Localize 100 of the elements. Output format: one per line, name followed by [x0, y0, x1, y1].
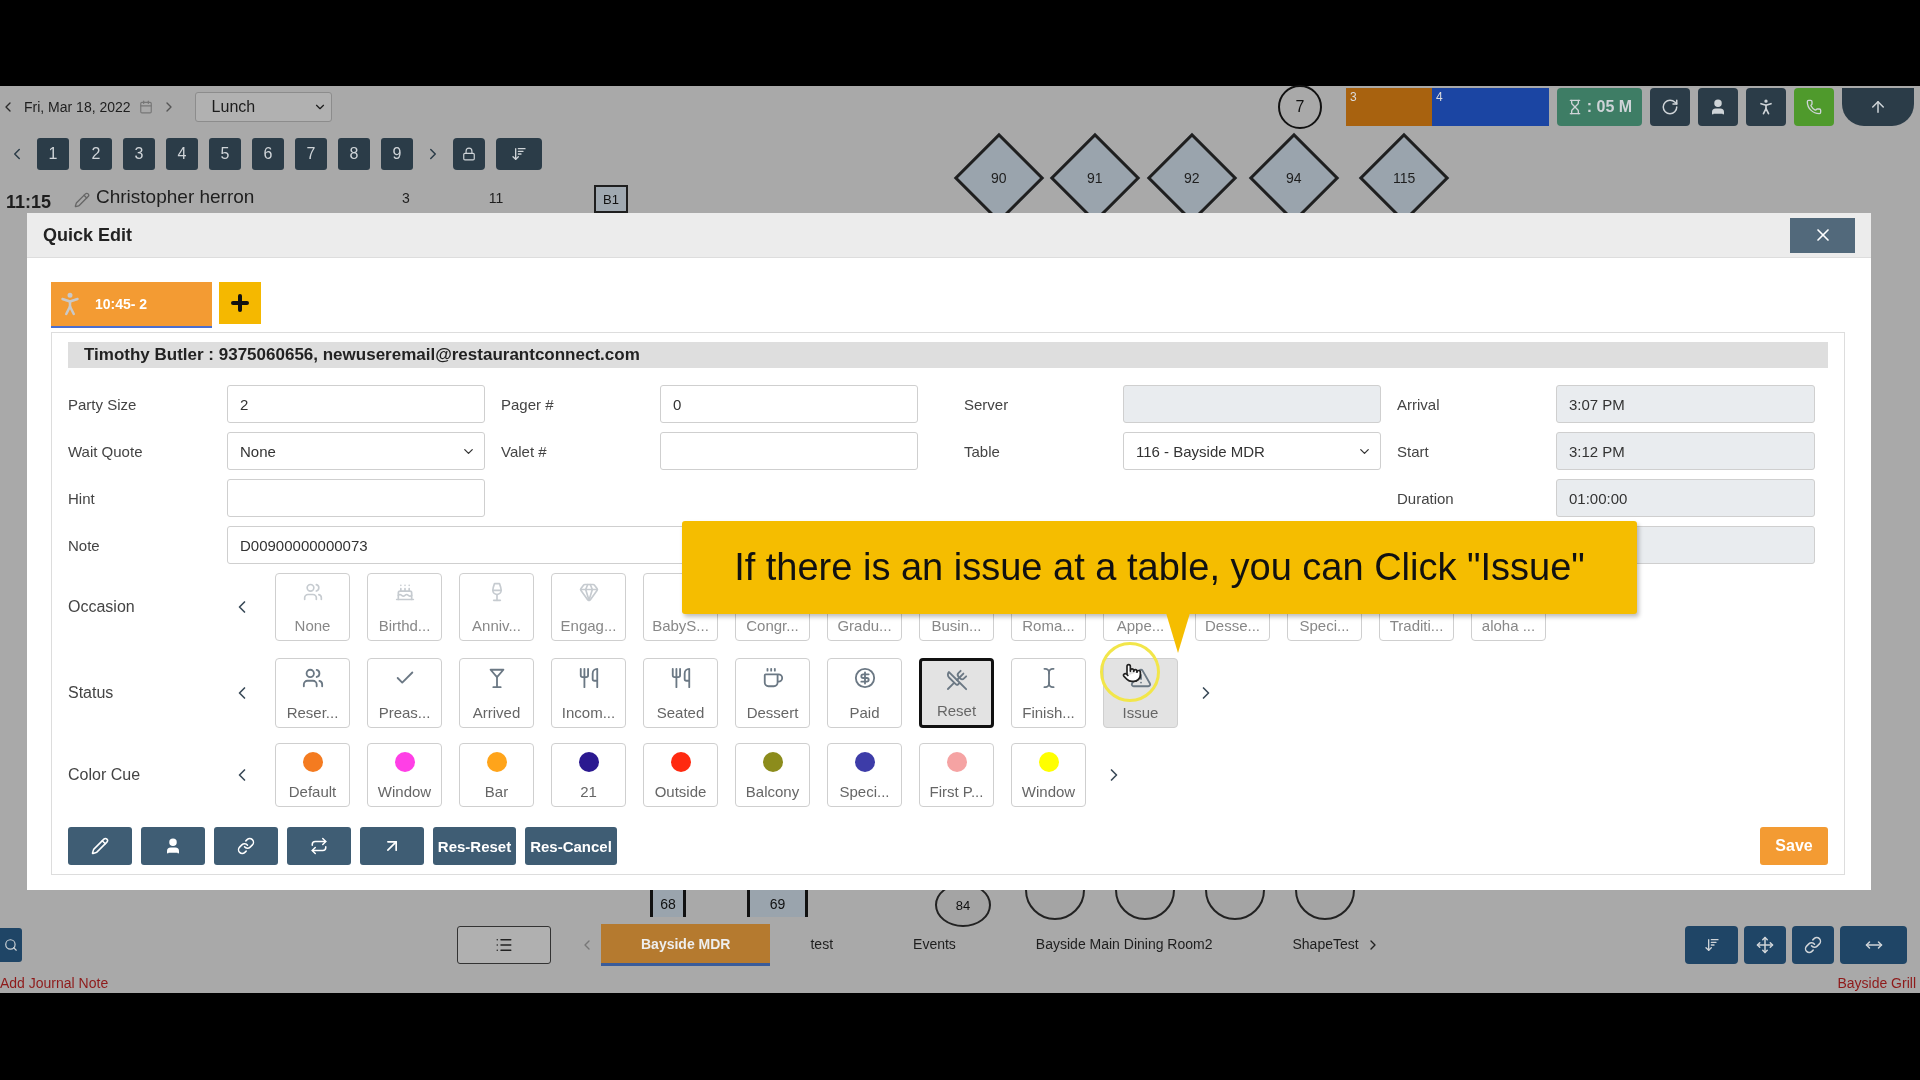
occasion-option[interactable]: Anniv... — [459, 573, 534, 641]
gem-icon — [578, 582, 599, 602]
search-icon — [4, 938, 18, 952]
field-label: Wait Quote — [68, 442, 144, 460]
phone-icon — [1806, 99, 1822, 115]
resize-button[interactable] — [1840, 926, 1907, 964]
edit-button[interactable] — [68, 827, 132, 865]
status-option[interactable]: Preas... — [367, 658, 442, 728]
link-button[interactable] — [1792, 926, 1834, 964]
search-button[interactable] — [0, 928, 22, 962]
status-option[interactable]: Paid — [827, 658, 902, 728]
field-label: Server — [964, 395, 1010, 413]
lock-button[interactable] — [453, 138, 485, 170]
input-field[interactable]: 01:00:00 — [1556, 479, 1815, 517]
occasion-option[interactable]: Engag... — [551, 573, 626, 641]
status-option[interactable]: Dessert — [735, 658, 810, 728]
color-cue-option[interactable]: Outside — [643, 743, 718, 807]
page-button[interactable]: 8 — [338, 138, 370, 170]
guest-info: Timothy Butler : 9375060656, newuseremail@restaurantconnect.com — [68, 342, 1828, 368]
select-field[interactable]: 116 - Bayside MDR — [1123, 432, 1381, 470]
color-cue-option[interactable]: First P... — [919, 743, 994, 807]
color-cue-option[interactable]: Window — [1011, 743, 1086, 807]
floor-tab[interactable]: Events — [873, 924, 996, 966]
field-label: Party Size — [68, 395, 138, 413]
status-option[interactable]: Reset — [919, 658, 994, 728]
field-label: Table — [964, 442, 1001, 460]
swap-button[interactable] — [287, 827, 351, 865]
page-button[interactable]: 7 — [295, 138, 327, 170]
arrow-button[interactable] — [360, 827, 424, 865]
status-option[interactable]: Reser... — [275, 658, 350, 728]
input-field[interactable] — [660, 432, 918, 470]
color-cue-option[interactable]: 21 — [551, 743, 626, 807]
color-cue-option[interactable]: Bar — [459, 743, 534, 807]
move-button[interactable] — [1744, 926, 1786, 964]
list-icon — [495, 936, 513, 954]
action-button[interactable]: Res-Reset — [433, 827, 516, 865]
color-cue-option[interactable]: Speci... — [827, 743, 902, 807]
page-button[interactable]: 2 — [80, 138, 112, 170]
sort-button[interactable] — [1685, 926, 1738, 964]
select-field[interactable]: None — [227, 432, 485, 470]
list-button[interactable] — [457, 926, 551, 964]
occasion-option[interactable]: Birthd... — [367, 573, 442, 641]
input-field[interactable]: 3:07 PM — [1556, 385, 1815, 423]
guest-name: Christopher herron — [96, 186, 256, 208]
table-shape[interactable]: 69 — [747, 890, 808, 917]
count-segment: 3 — [1346, 88, 1432, 126]
input-field[interactable] — [1123, 385, 1381, 423]
dollar-coin-icon — [853, 667, 876, 689]
link-icon — [1804, 936, 1822, 954]
page-button[interactable]: 5 — [209, 138, 241, 170]
link-button[interactable] — [214, 827, 278, 865]
page-button[interactable]: 9 — [381, 138, 413, 170]
person-button[interactable] — [1746, 88, 1786, 126]
refresh-button[interactable] — [1650, 88, 1690, 126]
status-option[interactable]: Finish... — [1011, 658, 1086, 728]
close-button[interactable] — [1790, 217, 1855, 253]
floor-tab[interactable]: test — [770, 924, 874, 966]
add-button[interactable] — [219, 282, 261, 324]
meal-select[interactable]: Lunch — [194, 92, 332, 122]
table-shape[interactable]: 68 — [650, 890, 686, 917]
color-cue-option[interactable]: Balcony — [735, 743, 810, 807]
field-label: Start — [1397, 442, 1430, 460]
color-cue-option[interactable]: Window — [367, 743, 442, 807]
arrow-up-button[interactable] — [1842, 88, 1914, 126]
floor-tab[interactable]: Bayside Main Dining Room2 — [995, 924, 1253, 966]
plus-icon — [228, 291, 252, 315]
input-field[interactable]: 2 — [227, 385, 485, 423]
journal-note-link[interactable]: Add Journal Note — [0, 975, 109, 991]
field-label: Arrival — [1397, 395, 1441, 413]
timer-label: : 05 M — [1586, 98, 1633, 116]
lock-icon — [462, 147, 476, 161]
input-field[interactable] — [227, 479, 485, 517]
warning-icon — [1129, 667, 1152, 689]
sort-button[interactable] — [496, 138, 542, 170]
action-button[interactable]: Res-Cancel — [525, 827, 617, 865]
row-label: Occasion — [68, 598, 136, 616]
user-button[interactable] — [141, 827, 205, 865]
status-option[interactable]: Incom... — [551, 658, 626, 728]
sort-icon — [511, 146, 527, 162]
input-field[interactable]: 0 — [660, 385, 918, 423]
status-option[interactable]: Seated — [643, 658, 718, 728]
people-icon — [302, 582, 323, 602]
callout-text: If there is an issue at a table, you can Click "Issue" — [734, 546, 1585, 589]
occasion-option[interactable]: None — [275, 573, 350, 641]
page-button[interactable]: 6 — [252, 138, 284, 170]
floor-tab[interactable]: ShapeTest — [1252, 924, 1399, 966]
input-field[interactable]: 3:12 PM — [1556, 432, 1815, 470]
people-icon — [301, 667, 324, 689]
status-option[interactable]: Arrived — [459, 658, 534, 728]
user-button[interactable] — [1698, 88, 1738, 126]
table-shape[interactable]: B1 — [594, 185, 628, 213]
status-option[interactable]: Issue — [1103, 658, 1178, 728]
restaurant-name: Bayside Grill — [1837, 975, 1916, 991]
color-cue-option[interactable]: Default — [275, 743, 350, 807]
pencil-icon — [91, 837, 109, 855]
move-icon — [1756, 936, 1774, 954]
hand-cursor-icon — [1122, 663, 1142, 683]
page-button[interactable]: 3 — [123, 138, 155, 170]
page-button[interactable]: 4 — [166, 138, 198, 170]
page-button[interactable]: 1 — [37, 138, 69, 170]
